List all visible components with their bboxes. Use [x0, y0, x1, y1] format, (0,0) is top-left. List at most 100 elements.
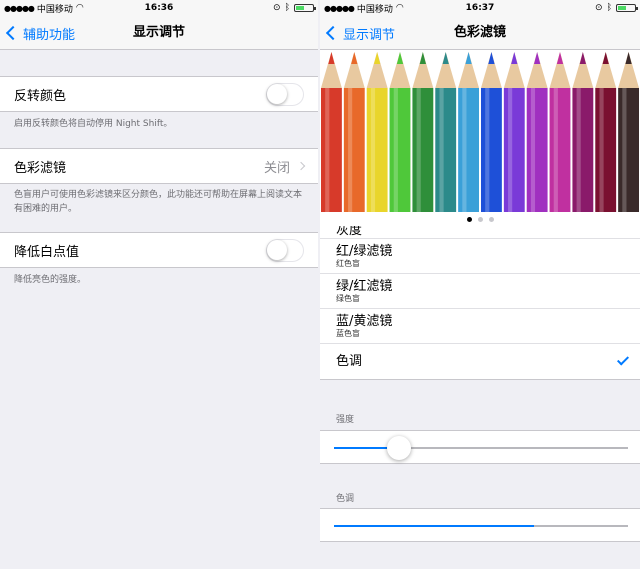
pencil-lead: [602, 52, 609, 64]
pencil-highlight: [439, 88, 444, 212]
orientation-lock-icon: ⊙: [273, 3, 281, 13]
battery-icon: [616, 4, 638, 12]
pencil: [412, 52, 434, 212]
chevron-left-icon: [325, 25, 341, 41]
intensity-slider[interactable]: [334, 447, 628, 449]
intensity-label: 强度: [336, 415, 355, 425]
pencil: [321, 52, 342, 212]
slider-thumb[interactable]: [386, 436, 411, 460]
filter-list: 灰度 红/绿滤镜 红色盲 绿/红滤镜 绿色盲 蓝/黄滤镜 蓝色盲 色调: [320, 226, 640, 380]
pencil: [389, 52, 411, 212]
reduce-white-point-cell: 降低白点值: [0, 232, 318, 268]
reduce-white-point-footer: 降低亮色的强度。: [14, 275, 87, 285]
pencil: [549, 52, 571, 212]
color-filters-footer: 色盲用户可使用色彩滤镜来区分颜色，此功能还可帮助在屏幕上阅读文本有困难的用户。: [14, 190, 303, 214]
pencil-highlight: [370, 88, 376, 212]
filter-subtitle: 红色盲: [336, 258, 360, 268]
pencil-body: [458, 88, 479, 212]
filter-subtitle: 绿色盲: [336, 293, 360, 303]
pencil: [572, 52, 594, 212]
pencil-body: [549, 88, 571, 212]
pencil-lead: [419, 52, 426, 64]
nav-bar: 辅助功能 显示调节: [0, 16, 318, 50]
pencil-lead: [534, 52, 541, 64]
bluetooth-icon: ᛒ: [606, 3, 612, 13]
slider-fill: [334, 525, 534, 527]
wifi-icon: ◠: [395, 3, 404, 13]
carrier-label: 中国移动: [356, 4, 393, 15]
back-button[interactable]: 辅助功能: [5, 16, 76, 50]
pencil-body: [595, 88, 617, 212]
pencil: [343, 52, 365, 212]
pencil-body: [366, 88, 388, 212]
page-dot[interactable]: [488, 216, 494, 222]
color-filters-cell[interactable]: 色彩滤镜 关闭: [0, 148, 318, 184]
color-pencils-preview[interactable]: [320, 50, 640, 212]
back-label: 显示调节: [343, 27, 396, 43]
pencil-body: [343, 88, 365, 212]
signal-icon: ●●●●●: [324, 3, 355, 13]
chevron-left-icon: [5, 25, 21, 41]
filter-title: 灰度: [336, 226, 363, 238]
toggle-knob: [267, 83, 287, 104]
pencil-lead: [442, 52, 449, 64]
color-filters-label: 色彩滤镜: [14, 160, 67, 176]
pencil-lead: [625, 52, 632, 64]
pencil-body: [618, 88, 639, 212]
page-dot[interactable]: [477, 216, 483, 222]
reduce-white-point-toggle[interactable]: [266, 238, 304, 262]
pencil-lead: [374, 52, 381, 64]
bluetooth-icon: ᛒ: [284, 3, 290, 13]
filter-option[interactable]: 红/绿滤镜 红色盲: [320, 239, 640, 274]
back-button[interactable]: 显示调节: [325, 16, 396, 50]
pencil-body: [435, 88, 457, 212]
pencil-lead: [556, 52, 564, 64]
pencil: [595, 52, 617, 212]
filter-option[interactable]: 色调: [320, 344, 640, 379]
wifi-icon: ◠: [75, 3, 84, 13]
page-control[interactable]: [320, 212, 640, 226]
battery-icon: [294, 4, 316, 12]
filter-subtitle: 蓝色盲: [336, 328, 360, 338]
signal-icon: ●●●●●: [4, 3, 35, 13]
pencil-body: [503, 88, 525, 212]
left-screen: ●●●●● 中国移动 ◠ 16:36 ⊙ ᛒ 辅助功能 显示调节 反转颜色 启用…: [0, 0, 318, 569]
pencil: [435, 52, 457, 212]
nav-bar: 显示调节 色彩滤镜: [320, 16, 640, 50]
carrier-label: 中国移动: [36, 4, 73, 15]
pencil-body: [572, 88, 594, 212]
hue-label: 色调: [336, 494, 355, 504]
filter-option[interactable]: 蓝/黄滤镜 蓝色盲: [320, 309, 640, 344]
pencil: [481, 52, 502, 212]
filter-option[interactable]: 灰度: [320, 226, 640, 239]
filter-title: 绿/红滤镜: [336, 278, 393, 294]
back-label: 辅助功能: [23, 27, 76, 43]
pencil-highlight: [622, 88, 627, 212]
pencil-lead: [488, 52, 495, 64]
page-dot[interactable]: [466, 216, 472, 222]
pencil-body: [526, 88, 548, 212]
hue-slider-cell: [320, 508, 640, 542]
hue-slider[interactable]: [334, 525, 628, 527]
status-bar: ●●●●● 中国移动 ◠ 16:37 ⊙ ᛒ: [320, 0, 640, 16]
pencil-highlight: [393, 88, 398, 212]
intensity-slider-cell: [320, 430, 640, 464]
filter-option[interactable]: 绿/红滤镜 绿色盲: [320, 274, 640, 309]
pencil: [503, 52, 525, 212]
filter-title: 色调: [336, 354, 363, 369]
reduce-white-point-label: 降低白点值: [14, 244, 80, 260]
pencil: [618, 52, 639, 212]
pencil-highlight: [530, 88, 536, 212]
invert-colors-toggle[interactable]: [266, 82, 304, 106]
right-screen: ●●●●● 中国移动 ◠ 16:37 ⊙ ᛒ 显示调节 色彩滤镜 灰度 红/绿滤镜…: [320, 0, 640, 569]
pencil-body: [481, 88, 502, 212]
invert-colors-cell: 反转颜色: [0, 76, 318, 112]
invert-colors-label: 反转颜色: [14, 88, 67, 104]
pencil-lead: [579, 52, 586, 64]
color-filters-value: 关闭: [263, 160, 290, 176]
pencil-highlight: [485, 88, 490, 212]
chevron-right-icon: [296, 161, 306, 171]
status-bar: ●●●●● 中国移动 ◠ 16:36 ⊙ ᛒ: [0, 0, 318, 16]
pencils-image: [321, 52, 639, 212]
pencil-highlight: [325, 88, 330, 212]
